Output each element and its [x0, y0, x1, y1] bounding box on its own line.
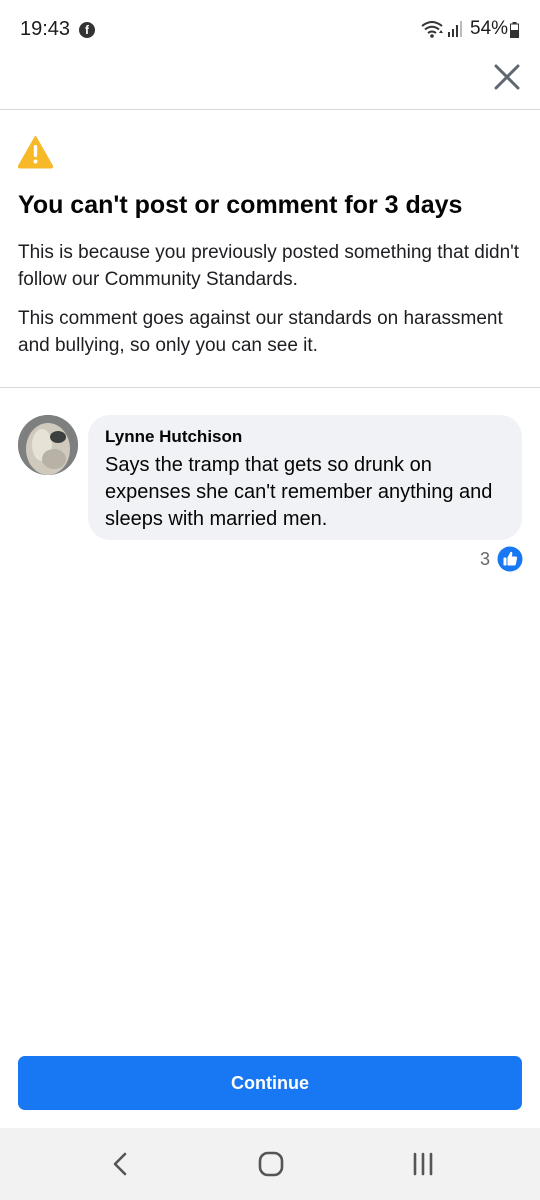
reaction-count[interactable]: 3	[480, 549, 490, 570]
facebook-icon: f	[79, 22, 95, 38]
continue-button[interactable]: Continue	[18, 1056, 522, 1110]
header-divider	[0, 109, 540, 110]
notice-body-detail: This comment goes against our standards …	[18, 308, 503, 356]
home-icon[interactable]	[255, 1148, 287, 1180]
section-divider	[0, 387, 540, 388]
notice-body-reason: This is because you previously posted so…	[18, 242, 520, 290]
signal-icon	[448, 21, 462, 37]
close-icon	[494, 64, 520, 90]
status-bar: 19:43 f 54%	[0, 0, 540, 60]
avatar[interactable]	[18, 415, 78, 475]
recent-apps-icon[interactable]	[407, 1148, 439, 1180]
status-time: 19:43	[20, 18, 71, 40]
comment-text: Says the tramp that gets so drunk on exp…	[105, 454, 493, 530]
wifi-icon	[421, 21, 443, 38]
back-icon[interactable]	[105, 1148, 137, 1180]
like-icon[interactable]	[497, 546, 523, 572]
comment-author[interactable]: Lynne Hutchison	[105, 427, 242, 447]
notice-title: You can't post or comment for 3 days	[18, 191, 463, 219]
close-button[interactable]	[489, 59, 525, 95]
battery-percentage: 54%	[470, 18, 509, 39]
battery-icon	[510, 22, 519, 38]
warning-icon	[17, 136, 54, 169]
